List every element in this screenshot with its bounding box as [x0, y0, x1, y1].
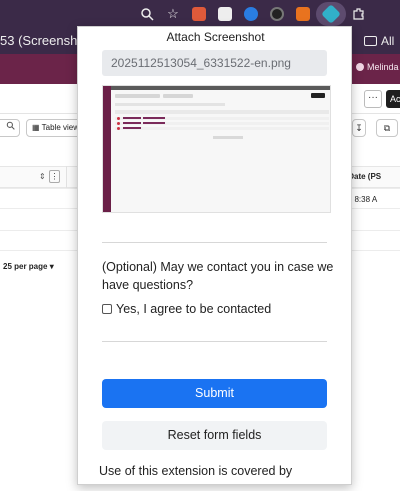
primary-action-button[interactable]: Ac	[386, 90, 400, 108]
sort-icon[interactable]: ⇕	[39, 172, 46, 181]
active-extension-icon[interactable]	[316, 2, 346, 26]
puzzle-icon[interactable]	[346, 3, 372, 25]
per-page-select[interactable]: 25 per page ▾	[3, 262, 54, 271]
reset-form-button[interactable]: Reset form fields	[102, 421, 327, 450]
contact-question: (Optional) May we contact you in case we…	[102, 260, 334, 292]
file-input[interactable]: 2025112513054_6331522-en.png	[102, 50, 327, 76]
all-bookmarks-label: All	[381, 34, 395, 48]
feedback-popup: Attach Screenshot 2025112513054_6331522-…	[77, 26, 352, 485]
image-extension-icon[interactable]	[212, 3, 238, 25]
column-menu-button[interactable]: ⋮	[49, 170, 60, 183]
extension-toolbar: ☆	[134, 2, 372, 26]
filter-button[interactable]: ↧	[352, 119, 366, 137]
user-menu[interactable]: Melinda No	[356, 62, 400, 72]
divider	[102, 341, 327, 342]
divider	[102, 242, 327, 243]
all-bookmarks-folder[interactable]: All	[364, 34, 394, 48]
agree-checkbox-row[interactable]: Yes, I agree to be contacted	[102, 302, 271, 316]
submit-button[interactable]: Submit	[102, 379, 327, 408]
user-name: Melinda No	[367, 62, 400, 72]
copy-icon[interactable]: ⧉	[376, 119, 398, 137]
gear-extension-icon[interactable]	[238, 3, 264, 25]
agree-checkbox[interactable]	[102, 304, 112, 314]
avatar	[356, 63, 364, 71]
footer-notice: Use of this extension is covered by	[99, 464, 293, 478]
dark-circle-extension-icon[interactable]	[264, 3, 290, 25]
orange-extension-icon[interactable]	[290, 3, 316, 25]
search-icon[interactable]	[0, 119, 20, 137]
red-extension-icon[interactable]	[186, 3, 212, 25]
screenshot-preview	[102, 85, 331, 213]
table-view-button[interactable]: ▦ Table view	[26, 119, 82, 137]
star-icon[interactable]: ☆	[160, 3, 186, 25]
table-view-label: Table view	[41, 123, 79, 132]
column-divider	[66, 166, 67, 188]
agree-label: Yes, I agree to be contacted	[116, 302, 272, 316]
search-icon[interactable]	[134, 3, 160, 25]
popup-title: Attach Screenshot	[166, 30, 265, 44]
more-actions-button[interactable]: ···	[364, 90, 382, 108]
folder-icon	[364, 36, 377, 46]
